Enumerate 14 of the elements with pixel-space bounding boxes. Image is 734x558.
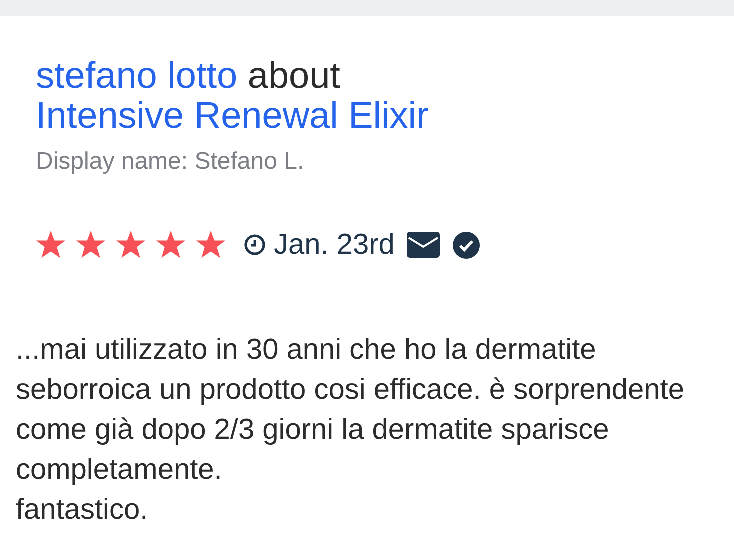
- check-icon: [452, 232, 480, 258]
- star-icon: [76, 231, 106, 259]
- envelope-icon: [406, 232, 440, 258]
- about-label: about: [248, 55, 340, 96]
- display-name: Display name: Stefano L.: [36, 147, 304, 177]
- star-icon: [36, 231, 66, 259]
- star-icon: [196, 231, 226, 259]
- review-text: ...mai utilizzato in 30 anni che ho la dermatite seborroica un prodotto cosi efficace. è sorprendente come già dopo 2/3 giorni la dermatite sparisce completamente. fantastico.: [16, 333, 684, 528]
- star-icon: [116, 231, 146, 259]
- product-link[interactable]: Intensive Renewal Elixir: [36, 95, 429, 136]
- review-date: Jan. 23rd: [274, 228, 395, 262]
- star-icon: [156, 231, 186, 259]
- clock-icon: [244, 234, 266, 256]
- author-link[interactable]: stefano lotto: [36, 55, 238, 96]
